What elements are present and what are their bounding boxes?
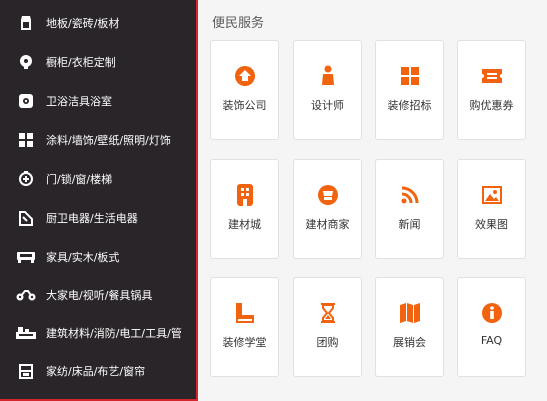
service-faq[interactable]: FAQ [457,277,526,377]
service-designer[interactable]: 设计师 [293,40,362,140]
designer-icon [317,65,339,87]
coupon-icon [481,65,503,87]
hourglass-icon [317,302,339,324]
sidebar-item-tv[interactable]: 大家电/视听/餐具锅具 [0,276,196,314]
service-bidding[interactable]: 装修招标 [375,40,444,140]
tile-label: 展销会 [393,336,426,349]
tile-label: 团购 [316,336,339,349]
sidebar-item-label: 地板/瓷砖/板材 [46,17,120,30]
school-book-icon [234,302,256,324]
tile-label: 建材商家 [305,218,350,231]
service-merchant[interactable]: 建材商家 [293,159,362,259]
service-expo[interactable]: 展销会 [375,277,444,377]
sidebar-item-label: 大家电/视听/餐具锅具 [46,289,153,302]
sidebar-item-door-lock[interactable]: 门/锁/窗/楼梯 [0,160,196,198]
decoration-company-icon [234,65,256,87]
gallery-image-icon [481,184,503,206]
tv-icon [16,285,36,305]
furniture-icon [16,247,36,267]
sidebar-item-label: 卫浴洁具浴室 [46,95,112,108]
news-rss-icon [399,184,421,206]
tile-label: 装饰公司 [222,99,267,112]
sidebar-item-label: 橱柜/衣柜定制 [46,56,116,69]
service-coupon[interactable]: 购优惠券 [457,40,526,140]
bidding-icon [399,65,421,87]
sidebar-item-building-material[interactable]: 建筑材料/消防/电工/工具/管 [0,314,196,352]
service-decoration-company[interactable]: 装饰公司 [210,40,279,140]
sidebar-item-cabinet[interactable]: 橱柜/衣柜定制 [0,43,196,81]
service-gallery[interactable]: 效果图 [457,159,526,259]
expo-icon [399,302,421,324]
sidebar-item-furniture[interactable]: 家具/实木/板式 [0,238,196,276]
sidebar-item-label: 建筑材料/消防/电工/工具/管 [46,327,182,340]
service-building-mall[interactable]: 建材城 [210,159,279,259]
tile-label: 建材城 [228,218,261,231]
door-lock-icon [16,169,36,189]
sidebar-item-label: 家具/实木/板式 [46,251,120,264]
sidebar-item-label: 涂料/墙饰/壁纸/照明/灯饰 [46,134,171,147]
sidebar-item-label: 家纺/床品/布艺/窗帘 [46,365,146,378]
service-school[interactable]: 装修学堂 [210,277,279,377]
tile-label: 新闻 [398,218,421,231]
sidebar-item-appliance[interactable]: 厨卫电器/生活电器 [0,199,196,237]
tile-label: 效果图 [475,218,508,231]
sidebar-item-label: 厨卫电器/生活电器 [46,212,138,225]
building-material-icon [16,323,36,343]
services-panel: 便民服务 装饰公司 设计师 装修招标 购优惠券 建材城 建材商家 新闻 效果图 … [198,0,547,401]
sidebar-item-textile[interactable]: 家纺/床品/布艺/窗帘 [0,352,196,390]
bath-icon [16,91,36,111]
floor-icon [16,13,36,33]
appliance-icon [16,208,36,228]
cabinet-icon [16,52,36,72]
sidebar-item-floor[interactable]: 地板/瓷砖/板材 [0,4,196,42]
textile-icon [16,361,36,381]
category-sidebar: 地板/瓷砖/板材 橱柜/衣柜定制 卫浴洁具浴室 涂料/墙饰/壁纸/照明/灯饰 门… [0,0,198,401]
merchant-icon [317,184,339,206]
tile-label: 装修招标 [387,99,432,112]
tile-label: 装修学堂 [222,336,267,349]
wall-decor-icon [16,130,36,150]
info-icon [481,302,503,324]
panel-title: 便民服务 [212,16,265,31]
service-news[interactable]: 新闻 [375,159,444,259]
service-group-buy[interactable]: 团购 [293,277,362,377]
tile-label: 设计师 [311,99,344,112]
building-mall-icon [234,184,256,206]
tile-label: 购优惠券 [469,99,514,112]
tile-label: FAQ [480,334,503,347]
sidebar-item-bath[interactable]: 卫浴洁具浴室 [0,82,196,120]
sidebar-item-label: 门/锁/窗/楼梯 [46,173,113,186]
sidebar-item-wall-decor[interactable]: 涂料/墙饰/壁纸/照明/灯饰 [0,121,196,159]
